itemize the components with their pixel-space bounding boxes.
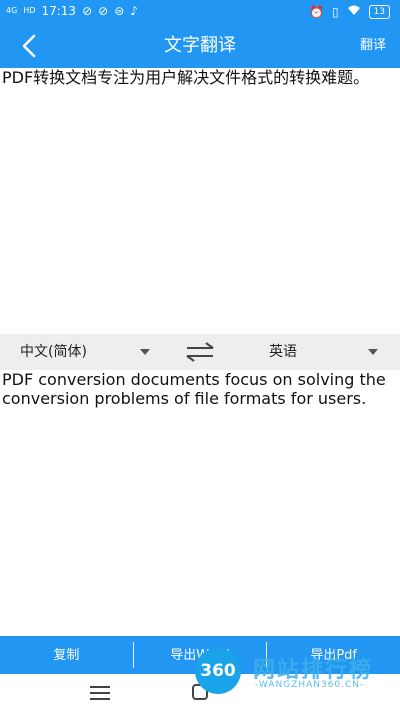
- hd-icon: HD: [23, 6, 36, 15]
- back-button[interactable]: [14, 32, 46, 60]
- notification-icon: ⊘: [98, 4, 109, 18]
- export-word-button[interactable]: 导出Word: [134, 636, 267, 674]
- notification-icon: ⊘: [82, 4, 93, 18]
- system-nav-bar: [0, 674, 400, 711]
- target-language-dropdown[interactable]: 英语: [240, 334, 400, 370]
- battery-icon: 13: [368, 4, 390, 19]
- app-bar: 文字翻译 翻译: [0, 24, 400, 68]
- translate-button[interactable]: 翻译: [360, 24, 386, 68]
- home-icon[interactable]: [190, 682, 210, 702]
- target-language-label: 英语: [269, 344, 297, 360]
- signal-icon: 4G: [6, 6, 18, 15]
- dropdown-arrow-icon: [140, 349, 150, 355]
- chevron-left-icon: [22, 34, 36, 58]
- swap-languages-button[interactable]: [184, 340, 216, 364]
- vibrate-icon: ▯: [331, 4, 339, 19]
- status-right: ⏰ ▯ 13: [309, 4, 390, 19]
- wifi-icon: [347, 4, 361, 19]
- status-left: 4G HD 17:13 ⊘ ⊘ ⊜ ♪: [6, 4, 138, 18]
- source-text-input[interactable]: PDF转换文档专注为用户解决文件格式的转换难题。: [0, 68, 400, 334]
- clock: 17:13: [41, 4, 77, 18]
- alarm-icon: ⏰: [308, 4, 324, 19]
- bottom-action-bar: 复制 导出Word 导出Pdf: [0, 636, 400, 674]
- source-language-dropdown[interactable]: 中文(简体): [0, 334, 160, 370]
- language-bar: 中文(简体) 英语: [0, 334, 400, 370]
- status-bar: 4G HD 17:13 ⊘ ⊘ ⊜ ♪ ⏰ ▯ 13: [0, 0, 400, 24]
- swap-arrows-icon: [186, 342, 214, 362]
- menu-icon[interactable]: [90, 686, 110, 700]
- translation-result: PDF conversion documents focus on solvin…: [2, 370, 386, 408]
- page-title: 文字翻译: [164, 35, 236, 56]
- tiktok-icon: ♪: [130, 4, 138, 18]
- export-pdf-button[interactable]: 导出Pdf: [267, 636, 400, 674]
- notification-icon: ⊜: [114, 4, 125, 18]
- copy-button[interactable]: 复制: [0, 636, 133, 674]
- dropdown-arrow-icon: [368, 349, 378, 355]
- source-language-label: 中文(简体): [20, 344, 87, 360]
